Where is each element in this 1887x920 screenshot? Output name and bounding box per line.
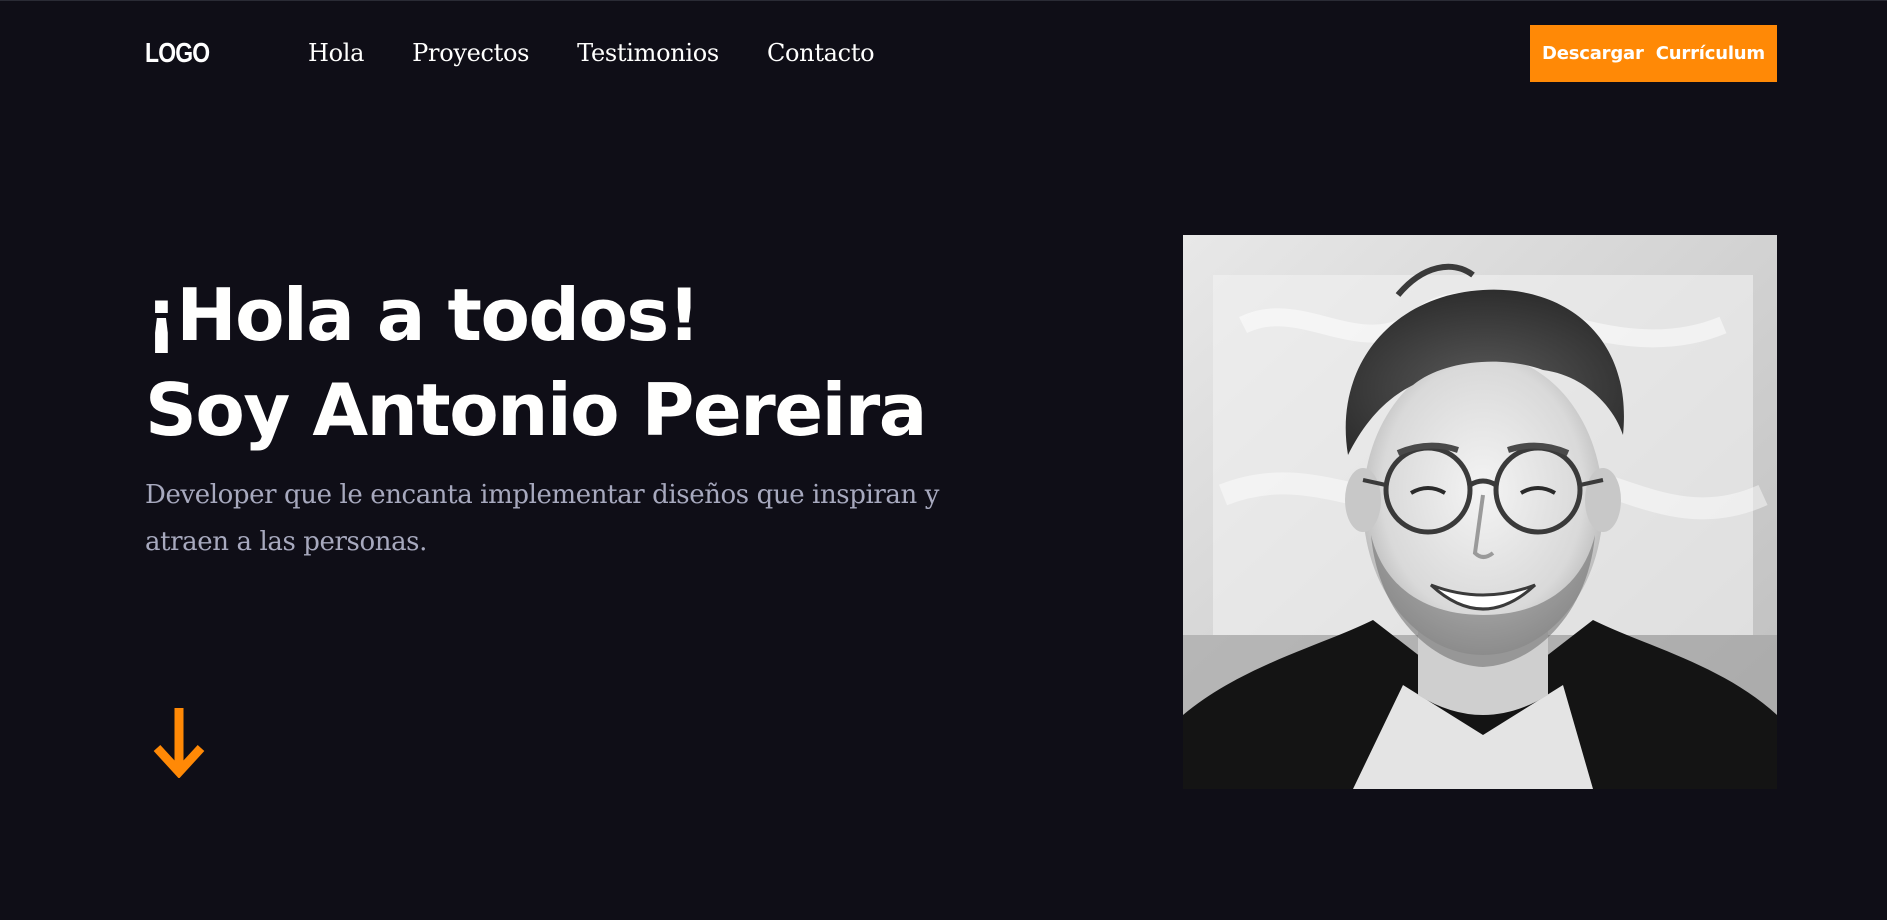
nav-link-contacto[interactable]: Contacto bbox=[767, 36, 875, 70]
profile-photo-image bbox=[1183, 235, 1777, 789]
hero-title: ¡Hola a todos! Soy Antonio Pereira bbox=[145, 268, 927, 458]
nav-link-proyectos[interactable]: Proyectos bbox=[412, 36, 529, 70]
hero-name: Soy Antonio Pereira bbox=[145, 368, 927, 452]
hero-greeting: ¡Hola a todos! bbox=[145, 273, 701, 357]
arrow-down-icon[interactable] bbox=[153, 708, 205, 778]
nav-link-hola[interactable]: Hola bbox=[308, 36, 364, 70]
download-cv-button[interactable]: Descargar Currículum bbox=[1530, 25, 1777, 82]
nav-link-testimonios[interactable]: Testimonios bbox=[577, 36, 719, 70]
logo[interactable]: LOGO bbox=[145, 36, 210, 70]
nav-links: Hola Proyectos Testimonios Contacto bbox=[308, 36, 922, 70]
hero-subtitle: Developer que le encanta implementar dis… bbox=[145, 480, 940, 557]
navbar: LOGO Hola Proyectos Testimonios Contacto… bbox=[0, 0, 1887, 106]
profile-photo bbox=[1183, 235, 1777, 789]
